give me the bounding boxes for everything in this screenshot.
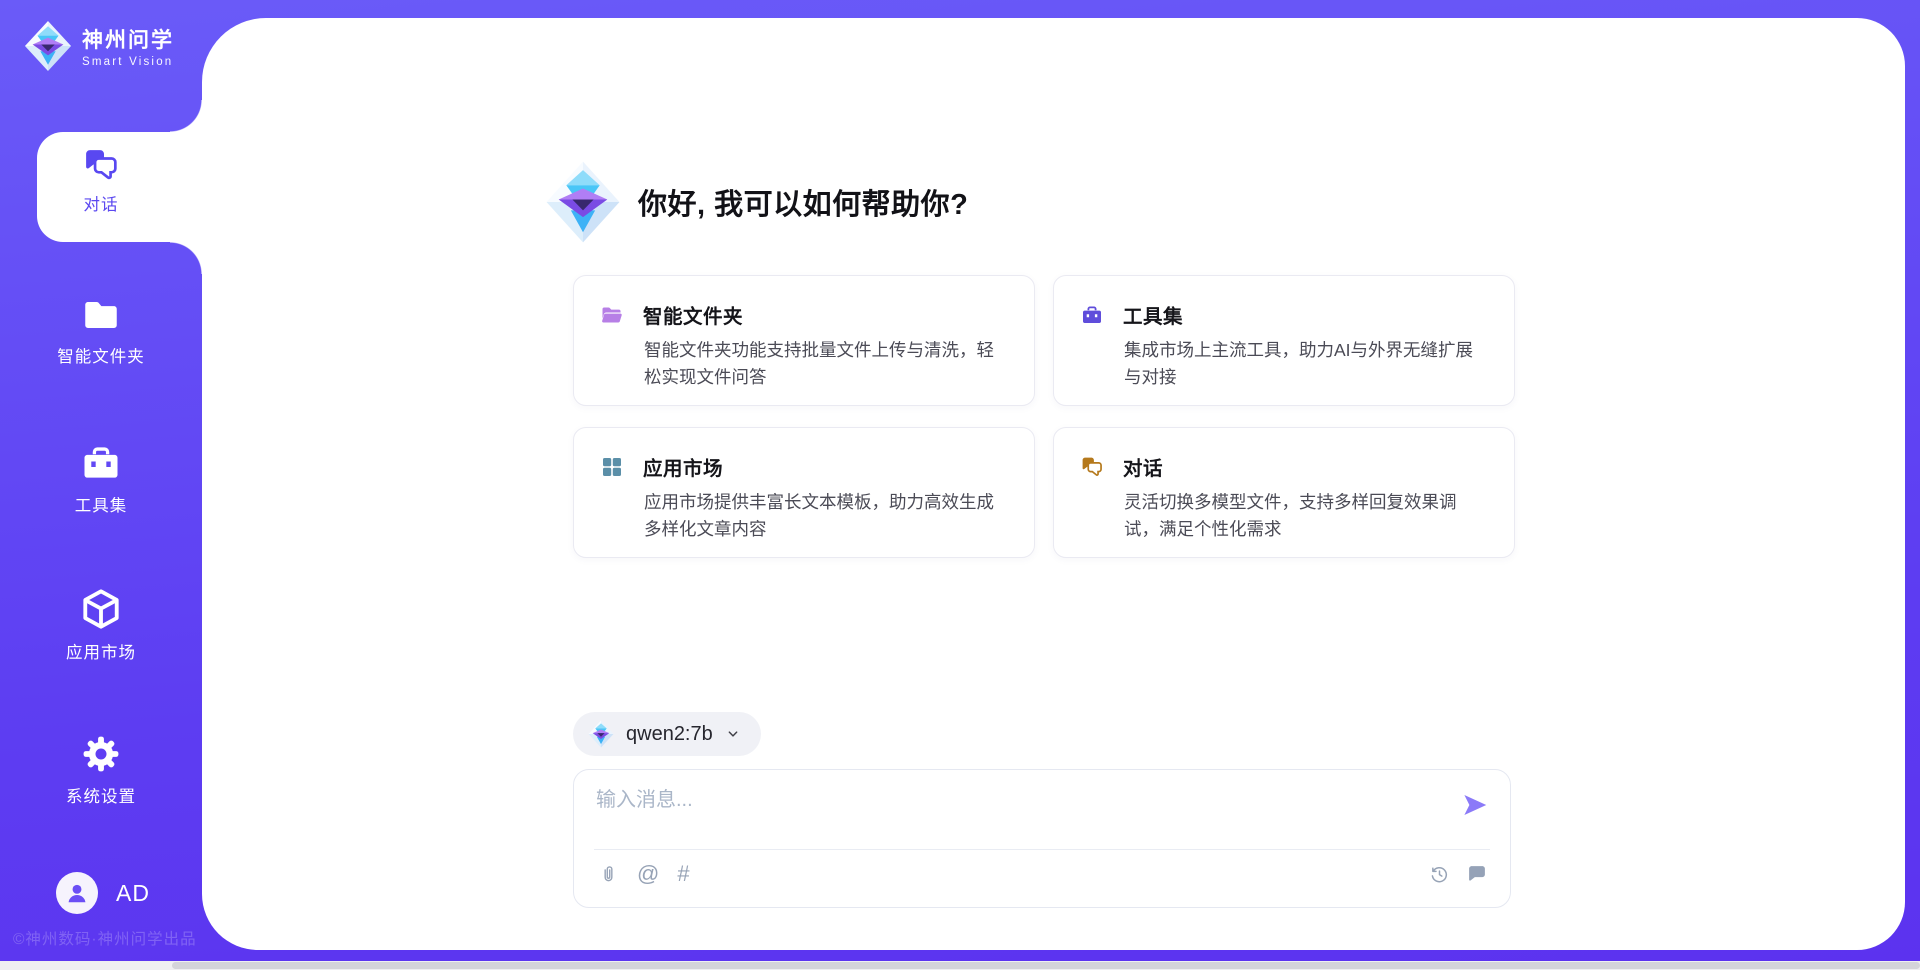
avatar	[56, 872, 98, 914]
open-folder-icon	[600, 303, 624, 327]
scrollbar-thumb[interactable]	[172, 962, 1920, 969]
card-description: 应用市场提供丰富长文本模板，助力高效生成多样化文章内容	[644, 489, 1006, 543]
diamond-logo-icon	[588, 720, 614, 748]
composer-tools-left: @ #	[598, 863, 690, 885]
brand-name: 神州问学	[82, 24, 174, 54]
card-header: 工具集	[1080, 300, 1486, 329]
brand-logo: 神州问学 Smart Vision	[24, 20, 174, 72]
chevron-down-icon	[725, 726, 741, 742]
sidebar-item-label: 工具集	[0, 492, 202, 516]
tab-connector-top	[170, 100, 202, 132]
horizontal-scrollbar	[0, 961, 1920, 970]
sidebar-item-app-market[interactable]: 应用市场	[0, 586, 202, 663]
sidebar-item-smart-folder[interactable]: 智能文件夹	[0, 294, 202, 367]
card-header: 对话	[1080, 452, 1486, 481]
diamond-logo-icon	[24, 20, 72, 72]
sidebar-item-settings[interactable]: 系统设置	[0, 732, 202, 807]
card-description: 集成市场上主流工具，助力AI与外界无缝扩展与对接	[1124, 337, 1486, 391]
main-panel: 你好, 我可以如何帮助你? 智能文件夹 智能文件夹功能支持批量文件上传与清洗，轻…	[202, 18, 1905, 950]
feedback-bubble-icon[interactable]	[1466, 863, 1488, 885]
topic-icon[interactable]: #	[677, 863, 689, 885]
composer-divider	[594, 849, 1490, 850]
grid-icon	[600, 455, 624, 479]
brand-subtitle: Smart Vision	[82, 56, 174, 68]
card-description: 灵活切换多模型文件，支持多样回复效果调试，满足个性化需求	[1124, 489, 1486, 543]
sidebar-item-toolset[interactable]: 工具集	[0, 441, 202, 516]
composer-tools-right	[1429, 863, 1488, 885]
feature-cards: 智能文件夹 智能文件夹功能支持批量文件上传与清洗，轻松实现文件问答 工具集 集成…	[573, 275, 1515, 558]
card-title: 智能文件夹	[643, 300, 743, 329]
message-input[interactable]	[596, 783, 1432, 841]
copyright-text: ©神州数码·神州问学出品	[13, 927, 197, 949]
sidebar: 神州问学 Smart Vision 对话 智能文件夹 工具集 应用市场 系统设置…	[0, 0, 202, 970]
sidebar-item-label: 智能文件夹	[0, 343, 202, 367]
card-title: 对话	[1123, 452, 1163, 481]
card-header: 智能文件夹	[600, 300, 1006, 329]
tab-connector-bottom	[170, 242, 202, 274]
card-smart-folder[interactable]: 智能文件夹 智能文件夹功能支持批量文件上传与清洗，轻松实现文件问答	[573, 275, 1035, 406]
model-name: qwen2:7b	[626, 723, 713, 746]
sidebar-item-label: 应用市场	[0, 639, 202, 663]
history-icon[interactable]	[1429, 864, 1450, 885]
sidebar-item-label: 系统设置	[0, 783, 202, 807]
diamond-logo-icon	[545, 160, 621, 244]
send-icon	[1460, 790, 1490, 820]
card-title: 应用市场	[643, 452, 723, 481]
card-title: 工具集	[1123, 300, 1183, 329]
mention-icon[interactable]: @	[637, 863, 659, 885]
attach-icon[interactable]	[598, 864, 619, 885]
card-app-market[interactable]: 应用市场 应用市场提供丰富长文本模板，助力高效生成多样化文章内容	[573, 427, 1035, 558]
sidebar-item-chat[interactable]: 对话	[0, 146, 202, 215]
folder-icon	[80, 294, 122, 336]
sidebar-item-label: 对话	[0, 191, 202, 215]
toolbox-icon	[79, 441, 123, 485]
model-selector[interactable]: qwen2:7b	[573, 712, 761, 756]
send-button[interactable]	[1460, 790, 1490, 820]
chat-icon	[1080, 455, 1104, 479]
gear-icon	[79, 732, 123, 776]
greeting-title: 你好, 我可以如何帮助你?	[638, 181, 968, 223]
user-account[interactable]: AD	[56, 872, 150, 914]
greeting-row: 你好, 我可以如何帮助你?	[545, 160, 968, 244]
card-header: 应用市场	[600, 452, 1006, 481]
toolbox-icon	[1080, 303, 1104, 327]
user-label: AD	[116, 880, 150, 907]
cube-icon	[78, 586, 124, 632]
chat-icon	[80, 146, 122, 184]
card-description: 智能文件夹功能支持批量文件上传与清洗，轻松实现文件问答	[644, 337, 1006, 391]
card-chat[interactable]: 对话 灵活切换多模型文件，支持多样回复效果调试，满足个性化需求	[1053, 427, 1515, 558]
person-icon	[64, 880, 90, 906]
message-composer: @ #	[573, 769, 1511, 908]
card-toolset[interactable]: 工具集 集成市场上主流工具，助力AI与外界无缝扩展与对接	[1053, 275, 1515, 406]
